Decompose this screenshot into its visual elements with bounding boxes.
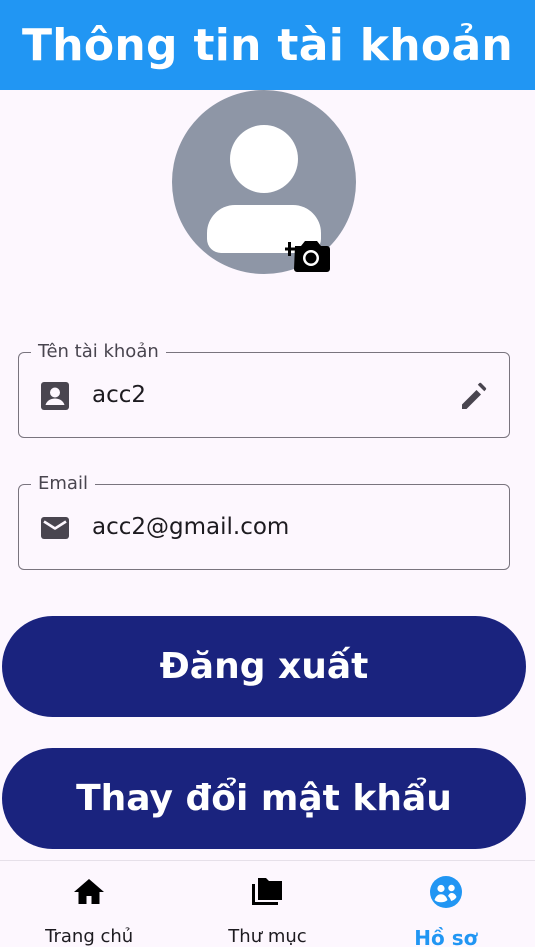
bottom-navigation: Trang chủ Thư mục Hồ sơ xyxy=(0,860,535,947)
folder-icon xyxy=(250,875,284,914)
nav-item-folder[interactable]: Thư mục xyxy=(178,861,356,947)
mail-icon xyxy=(39,512,71,544)
nav-label-home: Trang chủ xyxy=(45,926,134,947)
add-a-photo-icon[interactable] xyxy=(282,232,333,274)
email-value[interactable]: acc2@gmail.com xyxy=(92,485,289,569)
nav-item-profile[interactable]: Hồ sơ xyxy=(357,861,535,947)
contact-card-icon xyxy=(39,380,71,412)
logout-button[interactable]: Đăng xuất xyxy=(2,616,526,717)
edit-pencil-icon[interactable] xyxy=(459,380,491,412)
app-bar: Thông tin tài khoản xyxy=(0,0,535,90)
nav-item-home[interactable]: Trang chủ xyxy=(0,861,178,947)
nav-label-profile: Hồ sơ xyxy=(414,926,478,947)
change-password-button[interactable]: Thay đổi mật khẩu xyxy=(2,748,526,849)
email-label: Email xyxy=(31,473,95,495)
profile-icon xyxy=(429,875,463,914)
username-field[interactable]: Tên tài khoản acc2 xyxy=(18,341,510,438)
page-title: Thông tin tài khoản xyxy=(21,19,514,71)
username-value[interactable]: acc2 xyxy=(92,353,146,437)
nav-label-folder: Thư mục xyxy=(228,926,307,947)
home-icon xyxy=(72,875,106,914)
email-field[interactable]: Email acc2@gmail.com xyxy=(18,473,510,570)
